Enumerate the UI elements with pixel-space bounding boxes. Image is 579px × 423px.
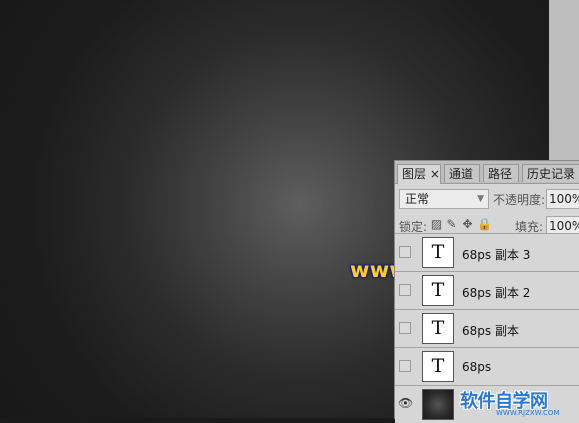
layer-name[interactable]: 68ps <box>462 360 491 374</box>
text-layer-thumbnail: T <box>422 351 454 382</box>
lock-paint-icon[interactable]: ✎ <box>445 218 458 231</box>
lock-move-icon[interactable]: ✥ <box>461 218 474 231</box>
layers-panel: 图层 × 通道 路径 历史记录 正常 ▼ 不透明度: 100% 锁定: ▨ ✎ … <box>394 160 579 423</box>
tab-history[interactable]: 历史记录 <box>522 164 579 182</box>
tab-layers[interactable]: 图层 × <box>397 164 441 184</box>
visibility-toggle[interactable] <box>399 360 411 372</box>
visibility-toggle[interactable] <box>399 246 411 258</box>
dropdown-arrow-icon: ▼ <box>477 194 484 204</box>
blend-mode-value: 正常 <box>405 192 430 206</box>
tab-paths[interactable]: 路径 <box>483 164 519 182</box>
background-layer-thumbnail <box>422 389 454 420</box>
tab-channels[interactable]: 通道 <box>444 164 480 182</box>
opacity-input[interactable]: 100% <box>546 189 579 209</box>
layer-name[interactable]: 68ps 副本 3 <box>462 246 530 263</box>
lock-transparent-icon[interactable]: ▨ <box>430 218 443 231</box>
opacity-label: 不透明度: <box>493 193 546 207</box>
text-layer-thumbnail: T <box>422 237 454 268</box>
workspace-background <box>549 0 579 160</box>
layer-row[interactable]: T 68ps 副本 <box>395 309 579 347</box>
layer-row[interactable]: T 68ps 副本 2 <box>395 271 579 309</box>
layer-row[interactable]: T 68ps 副本 3 <box>395 233 579 271</box>
logo-url: WWW.RJZXW.COM <box>496 409 560 417</box>
visibility-toggle[interactable] <box>399 284 411 296</box>
logo-watermark: 软件自学网 WWW.RJZXW.COM <box>458 387 579 418</box>
layer-name[interactable]: 68ps 副本 <box>462 322 519 339</box>
layer-row[interactable]: T 68ps <box>395 347 579 385</box>
text-layer-thumbnail: T <box>422 313 454 344</box>
lock-all-icon[interactable]: 🔒 <box>477 218 492 231</box>
text-layer-thumbnail: T <box>422 275 454 306</box>
panel-tabs: 图层 × 通道 路径 历史记录 <box>395 161 579 184</box>
eye-icon[interactable]: 👁 <box>398 396 413 410</box>
visibility-toggle[interactable] <box>399 322 411 334</box>
layer-name[interactable]: 68ps 副本 2 <box>462 284 530 301</box>
blend-mode-select[interactable]: 正常 ▼ <box>399 189 489 209</box>
lock-label: 锁定: <box>399 220 428 234</box>
